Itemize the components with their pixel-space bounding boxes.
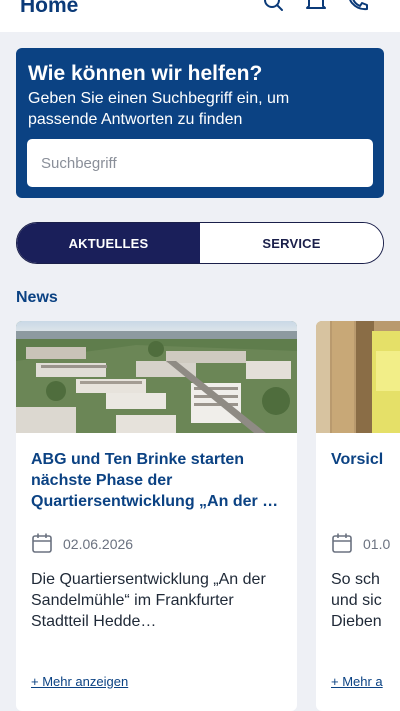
bell-icon[interactable] (304, 0, 328, 16)
calendar-icon (32, 533, 52, 553)
news-card-title[interactable]: Vorsicl (331, 449, 400, 470)
app-header: Home (0, 0, 400, 32)
news-card-text: So sch und sic Dieben (331, 571, 382, 630)
news-card-date: 02.06.2026 (63, 536, 134, 552)
news-card[interactable]: Vorsicl 01.0 So sch und sic Dieben + Meh… (316, 321, 400, 711)
show-more-link[interactable]: + Mehr anzeigen (31, 674, 128, 689)
search-subtitle: Geben Sie einen Suchbegriff ein, um pass… (28, 90, 290, 128)
news-card-title[interactable]: ABG und Ten Brinke starten nächste Phase… (31, 449, 289, 512)
news-heading: News (16, 289, 58, 306)
news-card-text: Die Quartiersentwicklung „An der Sandelm… (31, 571, 266, 630)
calendar-icon (332, 533, 352, 553)
show-more-link[interactable]: + Mehr a (331, 674, 383, 689)
tab-aktuelles[interactable]: AKTUELLES (17, 223, 200, 263)
phone-icon[interactable] (346, 0, 370, 16)
tab-bar: AKTUELLES SERVICE (16, 222, 384, 264)
tab-service[interactable]: SERVICE (200, 223, 383, 263)
news-card-image (316, 321, 400, 433)
search-icon[interactable] (262, 0, 286, 16)
news-card-date: 01.0 (363, 536, 391, 552)
news-card[interactable]: ABG und Ten Brinke starten nächste Phase… (16, 321, 297, 711)
news-card-image (16, 321, 297, 433)
page-title: Home (20, 0, 79, 17)
search-heading: Wie können wir helfen? (28, 62, 263, 85)
search-input[interactable] (27, 139, 373, 187)
search-panel: Wie können wir helfen? Geben Sie einen S… (16, 48, 384, 198)
